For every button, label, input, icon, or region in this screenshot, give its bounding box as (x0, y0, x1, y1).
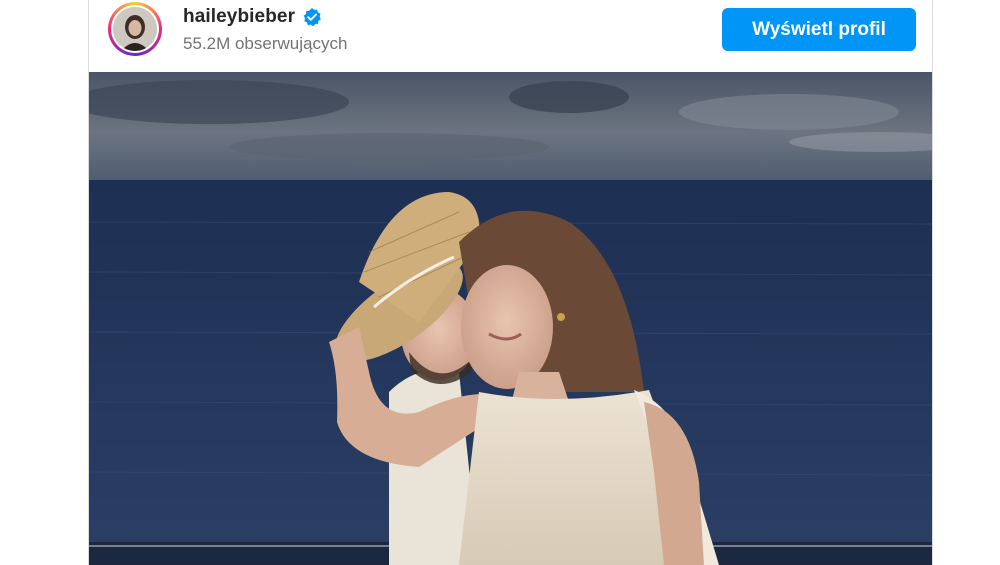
avatar-photo (113, 7, 157, 51)
username[interactable]: haileybieber (183, 6, 295, 28)
instagram-embed-card: haileybieber 55.2M obserwujących Wyświet… (88, 0, 933, 565)
follower-count: 55.2M obserwujących (183, 34, 348, 53)
avatar-inner (111, 5, 159, 53)
post-image[interactable] (89, 72, 932, 565)
avatar[interactable] (108, 2, 162, 56)
username-row: haileybieber (183, 6, 322, 28)
verified-badge-icon (302, 7, 322, 27)
post-header: haileybieber 55.2M obserwujących Wyświet… (89, 0, 932, 72)
view-profile-button[interactable]: Wyświetl profil (722, 8, 916, 51)
